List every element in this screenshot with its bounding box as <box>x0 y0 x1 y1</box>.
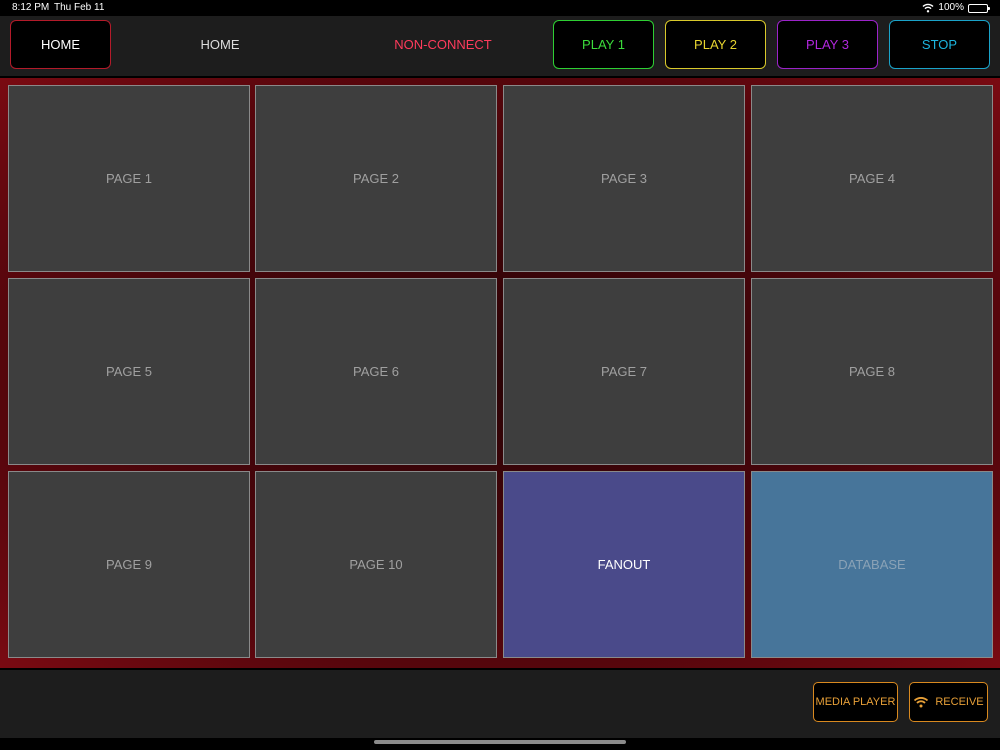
page-1-tile[interactable]: PAGE 1 <box>8 85 250 272</box>
bottom-bar: MEDIA PLAYER RECEIVE <box>0 668 1000 740</box>
receive-label: RECEIVE <box>935 696 984 708</box>
media-player-button[interactable]: MEDIA PLAYER <box>813 682 898 722</box>
top-bar: HOME HOME NON-CONNECT PLAY 1 PLAY 2 PLAY… <box>0 16 1000 78</box>
fanout-tile[interactable]: FANOUT <box>503 471 745 658</box>
battery-icon <box>968 3 990 13</box>
wifi-status-icon <box>922 3 934 13</box>
receive-button[interactable]: RECEIVE <box>909 682 988 722</box>
status-time: 8:12 PM <box>12 2 50 13</box>
battery-percent: 100% <box>938 2 964 13</box>
page-4-tile[interactable]: PAGE 4 <box>751 85 993 272</box>
page-6-tile[interactable]: PAGE 6 <box>255 278 497 465</box>
wifi-icon <box>914 697 929 708</box>
current-page-label: HOME <box>200 37 240 52</box>
play-3-button[interactable]: PLAY 3 <box>777 20 878 69</box>
page-10-tile[interactable]: PAGE 10 <box>255 471 497 658</box>
home-button[interactable]: HOME <box>10 20 111 69</box>
play-2-button[interactable]: PLAY 2 <box>665 20 766 69</box>
page-3-tile[interactable]: PAGE 3 <box>503 85 745 272</box>
database-tile[interactable]: DATABASE <box>751 471 993 658</box>
status-right: 100% <box>922 0 990 16</box>
page-7-tile[interactable]: PAGE 7 <box>503 278 745 465</box>
page-8-tile[interactable]: PAGE 8 <box>751 278 993 465</box>
page-9-tile[interactable]: PAGE 9 <box>8 471 250 658</box>
page-grid: PAGE 1 PAGE 2 PAGE 3 PAGE 4 PAGE 5 PAGE … <box>0 78 1000 668</box>
page-5-tile[interactable]: PAGE 5 <box>8 278 250 465</box>
connection-status: NON-CONNECT <box>394 37 492 52</box>
home-indicator[interactable] <box>374 740 626 744</box>
play-1-button[interactable]: PLAY 1 <box>553 20 654 69</box>
status-bar: 8:12 PM Thu Feb 11 100% <box>0 0 1000 16</box>
page-2-tile[interactable]: PAGE 2 <box>255 85 497 272</box>
stop-button[interactable]: STOP <box>889 20 990 69</box>
status-date: Thu Feb 11 <box>54 2 105 13</box>
